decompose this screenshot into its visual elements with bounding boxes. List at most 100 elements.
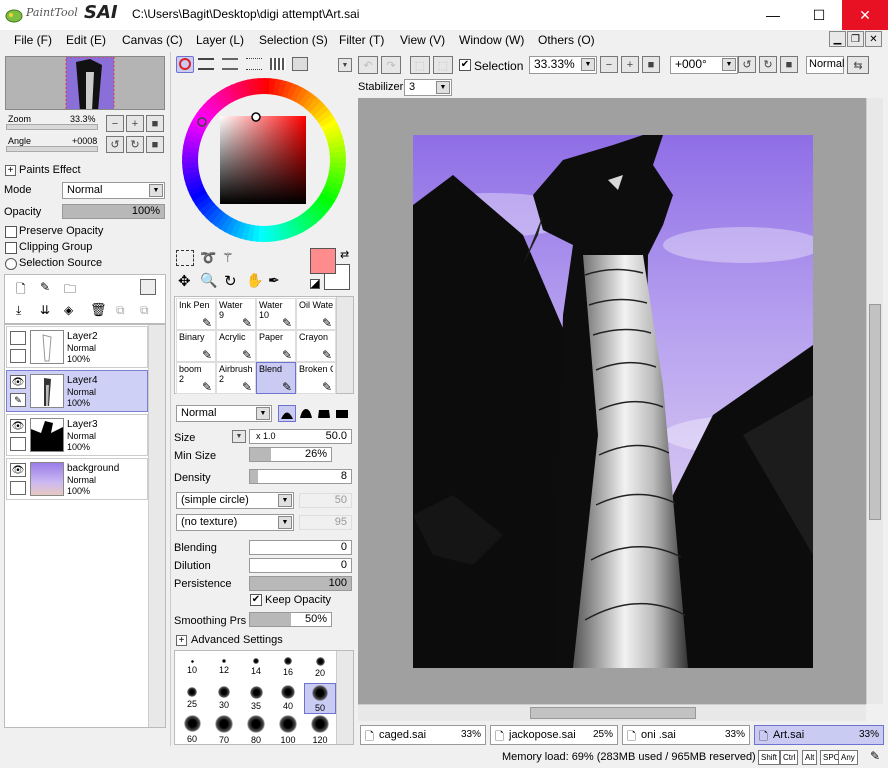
brush-tool-item[interactable]: Blend ✎ — [256, 362, 296, 394]
brush-shape-flat-icon[interactable] — [334, 405, 352, 422]
brush-tool-item[interactable]: Water 9 ✎ — [216, 298, 256, 330]
layer-mask-icon[interactable] — [140, 279, 156, 295]
document-tab[interactable]: 🗋 oni .sai 33% — [622, 725, 750, 745]
mdi-close-button[interactable]: ✕ — [865, 31, 882, 47]
mdi-minimize-button[interactable]: ▁ — [829, 31, 846, 47]
menu-canvas[interactable]: Canvas (C) — [122, 33, 183, 47]
menu-layer[interactable]: Layer (L) — [196, 33, 244, 47]
min-size-slider[interactable]: 26% — [249, 447, 332, 462]
brush-shape-hard-icon[interactable] — [316, 405, 334, 422]
advanced-settings-expand-icon[interactable]: + — [176, 635, 187, 646]
canvas-rotation-select[interactable]: +000° ▼ — [670, 56, 738, 74]
brush-size-item[interactable]: 30 — [208, 683, 240, 714]
zoom-out-button[interactable]: − — [106, 115, 124, 132]
brush-size-item[interactable]: 20 — [304, 652, 336, 683]
clear-layer-icon[interactable]: ◈ — [64, 303, 73, 317]
rotate-tool-icon[interactable]: ↻ — [224, 272, 237, 290]
flip-horizontal-icon[interactable]: ⇆ — [847, 56, 869, 74]
new-layer-icon[interactable]: 🗋 — [16, 280, 26, 301]
brush-tool-item[interactable]: Oil Wate ✎ — [296, 298, 336, 330]
persistence-slider[interactable]: 100 — [249, 576, 352, 591]
opacity-slider[interactable]: 100% — [62, 204, 165, 219]
menu-edit[interactable]: Edit (E) — [66, 33, 106, 47]
default-colors-icon[interactable] — [310, 279, 320, 289]
menu-window[interactable]: Window (W) — [459, 33, 524, 47]
artwork-canvas[interactable] — [413, 135, 813, 668]
tool-grid-scrollbar[interactable] — [336, 297, 353, 393]
zoom-in-button[interactable]: + — [126, 115, 144, 132]
selection-checkbox[interactable]: ✔ — [459, 59, 471, 71]
eye-icon[interactable]: 👁 — [10, 375, 26, 389]
brush-size-item[interactable]: 35 — [240, 683, 272, 714]
brush-blend-select[interactable]: Normal ▼ — [176, 405, 272, 422]
canvas-horizontal-scrollbar[interactable] — [358, 704, 866, 721]
preserve-opacity-checkbox[interactable] — [5, 226, 17, 238]
canvas-rotate-left-button[interactable]: ↺ — [738, 56, 756, 73]
brush-tool-item[interactable]: Water 10 ✎ — [256, 298, 296, 330]
rotate-right-button[interactable]: ↻ — [126, 136, 144, 153]
layer-lock-toggle[interactable] — [10, 481, 26, 495]
brush-tool-item[interactable]: Ink Pen ✎ — [176, 298, 216, 330]
canvas-rotate-reset-button[interactable]: ■ — [780, 56, 798, 73]
maximize-button[interactable]: ☐ — [796, 0, 842, 30]
brush-size-scrollbar[interactable] — [336, 651, 353, 744]
density-slider[interactable]: 8 — [249, 469, 352, 484]
canvas-zoom-reset-button[interactable]: ■ — [642, 56, 660, 73]
minimize-button[interactable]: — — [750, 0, 796, 30]
layer-visibility-toggle[interactable] — [10, 331, 26, 345]
brush-tool-item[interactable]: Paper ✎ — [256, 330, 296, 362]
layer-item[interactable]: 👁 ✎ Layer4 Normal 100% — [6, 370, 148, 412]
brush-shape-medium-icon[interactable] — [298, 405, 316, 422]
canvas-zoom-out-button[interactable]: − — [600, 56, 618, 73]
canvas-vscroll-thumb[interactable] — [869, 304, 881, 520]
brush-size-item[interactable]: 60 — [176, 714, 208, 745]
zoom-reset-button[interactable]: ■ — [146, 115, 164, 132]
zoom-tool-icon[interactable]: 🔍 — [200, 272, 217, 289]
primary-color-swatch[interactable] — [310, 248, 336, 274]
document-tab[interactable]: 🗋 jackopose.sai 25% — [490, 725, 618, 745]
color-wheel[interactable] — [180, 76, 348, 244]
layers-scrollbar[interactable] — [148, 325, 165, 727]
brush-tool-item[interactable]: Airbrush 2 ✎ — [216, 362, 256, 394]
brush-size-item[interactable]: 25 — [176, 683, 208, 714]
move-icon[interactable]: ✥ — [178, 272, 191, 290]
brush-texture-select[interactable]: (no texture) ▼ — [176, 514, 294, 531]
rotate-reset-button[interactable]: ■ — [146, 136, 164, 153]
canvas-rotate-right-button[interactable]: ↻ — [759, 56, 777, 73]
brush-size-item[interactable]: 80 — [240, 714, 272, 745]
hsv-sliders-tab[interactable] — [222, 58, 238, 70]
canvas-zoom-select[interactable]: 33.33% ▼ — [529, 56, 597, 74]
brush-size-item[interactable]: 40 — [272, 683, 304, 714]
layer-lock-toggle[interactable] — [10, 349, 26, 363]
swap-colors-icon[interactable]: ⇄ — [340, 248, 349, 261]
close-button[interactable]: ✕ — [842, 0, 888, 30]
eye-icon[interactable]: 👁 — [10, 419, 26, 433]
size-dropdown-icon[interactable]: ▼ — [232, 430, 246, 443]
brush-size-item[interactable]: 14 — [240, 652, 272, 683]
selection-source-radio[interactable] — [5, 258, 17, 270]
color-mixer-tab[interactable] — [292, 57, 308, 71]
pen-icon[interactable]: ✎ — [10, 393, 26, 407]
keep-opacity-checkbox[interactable]: ✔ — [250, 594, 262, 606]
rect-select-icon[interactable] — [176, 250, 194, 266]
brush-size-item[interactable]: 120 — [304, 714, 336, 745]
menu-others[interactable]: Others (O) — [538, 33, 595, 47]
paints-effect-expand-icon[interactable]: + — [5, 165, 16, 176]
brush-size-item[interactable]: 10 — [176, 652, 208, 683]
trash-icon[interactable]: 🗑 — [90, 302, 107, 318]
brush-tool-item[interactable]: Crayon ✎ — [296, 330, 336, 362]
menu-view[interactable]: View (V) — [400, 33, 445, 47]
new-folder-icon[interactable]: 🗀 — [64, 280, 76, 301]
mdi-restore-button[interactable]: ❐ — [847, 31, 864, 47]
blending-slider[interactable]: 0 — [249, 540, 352, 555]
dilution-slider[interactable]: 0 — [249, 558, 352, 573]
document-tab[interactable]: 🗋 caged.sai 33% — [360, 725, 486, 745]
zoom-slider[interactable] — [6, 124, 98, 130]
panel-menu-icon[interactable]: ▼ — [338, 58, 352, 72]
magic-wand-icon[interactable]: ⚚ — [222, 250, 234, 266]
smoothing-slider[interactable]: 50% — [249, 612, 332, 627]
view-mode-select[interactable]: Normal — [806, 56, 844, 74]
menu-selection[interactable]: Selection (S) — [259, 33, 328, 47]
canvas-vertical-scrollbar[interactable] — [866, 98, 883, 704]
brush-tool-item[interactable]: Broken Chalk ✎ — [296, 362, 336, 394]
